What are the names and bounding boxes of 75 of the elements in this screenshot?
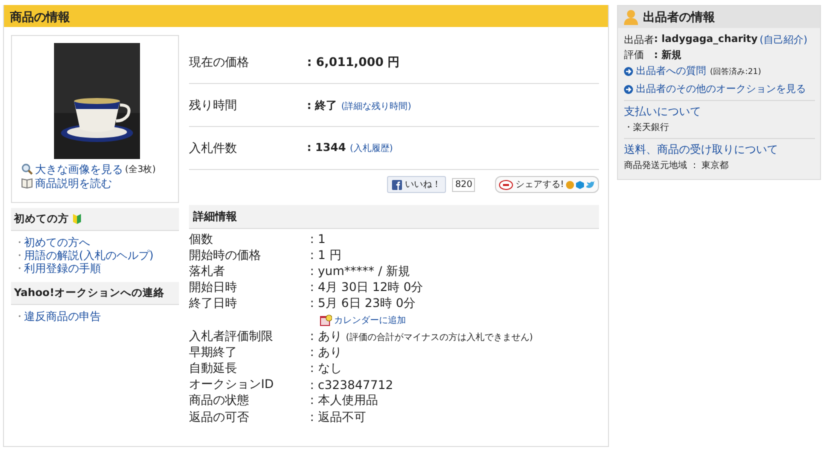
summary-link[interactable]: (入札履歴) xyxy=(350,142,393,155)
detail-label: 開始日時 xyxy=(189,279,238,296)
leaf-mark-icon xyxy=(72,213,82,225)
seller-label: 出品者 xyxy=(624,34,654,46)
detail-label: 入札者評価制限 xyxy=(189,328,274,345)
image-count: (全3枚) xyxy=(125,164,156,176)
speech-bubble-icon xyxy=(499,180,514,190)
search-icon xyxy=(21,163,33,175)
section-title: 初めての方 xyxy=(14,212,69,226)
detail-label: 終了日時 xyxy=(189,295,238,312)
detail-value: : 4月 30日 12時 0分 xyxy=(310,279,424,296)
seller-value: : 新規 xyxy=(654,48,682,62)
detail-label: 開始時の価格 xyxy=(189,246,262,264)
sidebar-link[interactable]: 利用登録の手順 xyxy=(24,261,101,274)
summary-value: : 6,011,000 円 xyxy=(307,54,400,70)
like-count: 820 xyxy=(452,178,476,192)
detail-note: (評価の合計がマイナスの方は入札できません) xyxy=(346,332,533,344)
profile-link[interactable]: (自己紹介) xyxy=(760,32,808,46)
detail-label: 個数 xyxy=(189,230,214,248)
summary-label: 残り時間 xyxy=(189,96,238,114)
panel-title: 出品者の情報 xyxy=(643,8,715,26)
sidebar-link[interactable]: 用語の解説(入札のヘルプ) xyxy=(24,248,154,261)
sidebar-link[interactable]: 初めての方へ xyxy=(24,235,90,248)
summary-label: 入札件数 xyxy=(189,140,238,156)
detail-value: : 本人使用品 xyxy=(310,392,378,410)
detail-label: オークションID xyxy=(189,376,275,394)
like-button[interactable]: いいね！ xyxy=(387,176,446,193)
detail-value: : あり xyxy=(310,328,342,345)
seller-link[interactable]: 出品者への質問 xyxy=(636,64,706,78)
section-link[interactable]: 支払いについて xyxy=(624,104,815,119)
bird-icon xyxy=(586,180,595,188)
arrow-circle-icon xyxy=(624,84,633,94)
answer-count: (回答済み:21) xyxy=(710,66,762,76)
detail-value: : なし xyxy=(310,360,342,378)
circle-icon xyxy=(566,180,574,188)
section-text: 商品発送元地域 ： 東京都 xyxy=(624,160,730,172)
calendar-link[interactable]: カレンダーに追加 xyxy=(334,314,406,327)
summary-value: : 終了 xyxy=(307,98,338,112)
detail-label: 商品の状態 xyxy=(189,392,250,410)
bullet-mark: ・ xyxy=(14,261,24,274)
book-icon xyxy=(21,177,33,189)
detail-value: : 返品不可 xyxy=(310,408,366,426)
detail-value: : あり xyxy=(310,344,342,361)
section-header: 詳細情報 xyxy=(189,205,599,229)
detail-label: 落札者 xyxy=(189,262,226,280)
detail-value: : 1 xyxy=(310,232,326,246)
detail-value: : c323847712 xyxy=(310,378,394,392)
person-icon xyxy=(623,9,639,25)
detail-label: 自動延長 xyxy=(189,360,238,378)
summary-link[interactable]: (詳細な残り時間) xyxy=(341,100,412,112)
calendar-icon xyxy=(320,314,332,326)
detail-label: 早期終了 xyxy=(189,344,238,361)
share-button[interactable]: シェアする! xyxy=(495,176,599,193)
detail-value: : 5月 6日 23時 0分 xyxy=(310,295,416,312)
bullet-mark: ・ xyxy=(14,309,24,322)
section-title: Yahoo!オークションへの連絡 xyxy=(14,286,164,300)
seller-label: 評価 xyxy=(624,48,645,62)
summary-label: 現在の価格 xyxy=(189,54,250,70)
seller-link[interactable]: 出品者のその他のオークションを見る xyxy=(636,82,806,96)
facebook-icon xyxy=(392,180,402,190)
section-link[interactable]: 送料、商品の受け取りについて xyxy=(624,142,815,157)
bullet-mark: ・ xyxy=(14,235,24,248)
detail-label: 返品の可否 xyxy=(189,408,250,426)
hexagon-icon xyxy=(576,180,584,188)
summary-value: : 1344 xyxy=(307,141,346,154)
arrow-circle-icon xyxy=(624,66,633,76)
image-link[interactable]: 商品説明を読む xyxy=(35,176,112,190)
detail-value: : yum***** / 新規 xyxy=(310,262,410,280)
section-text: ・楽天銀行 xyxy=(624,122,670,134)
panel-title: 商品の情報 xyxy=(4,5,608,27)
sidebar-link[interactable]: 違反商品の申告 xyxy=(24,309,101,322)
image-link[interactable]: 大きな画像を見る xyxy=(35,162,123,176)
seller-value: : ladygaga_charity xyxy=(654,34,758,45)
bullet-mark: ・ xyxy=(14,248,24,261)
detail-value: : 1 円 xyxy=(310,246,342,264)
